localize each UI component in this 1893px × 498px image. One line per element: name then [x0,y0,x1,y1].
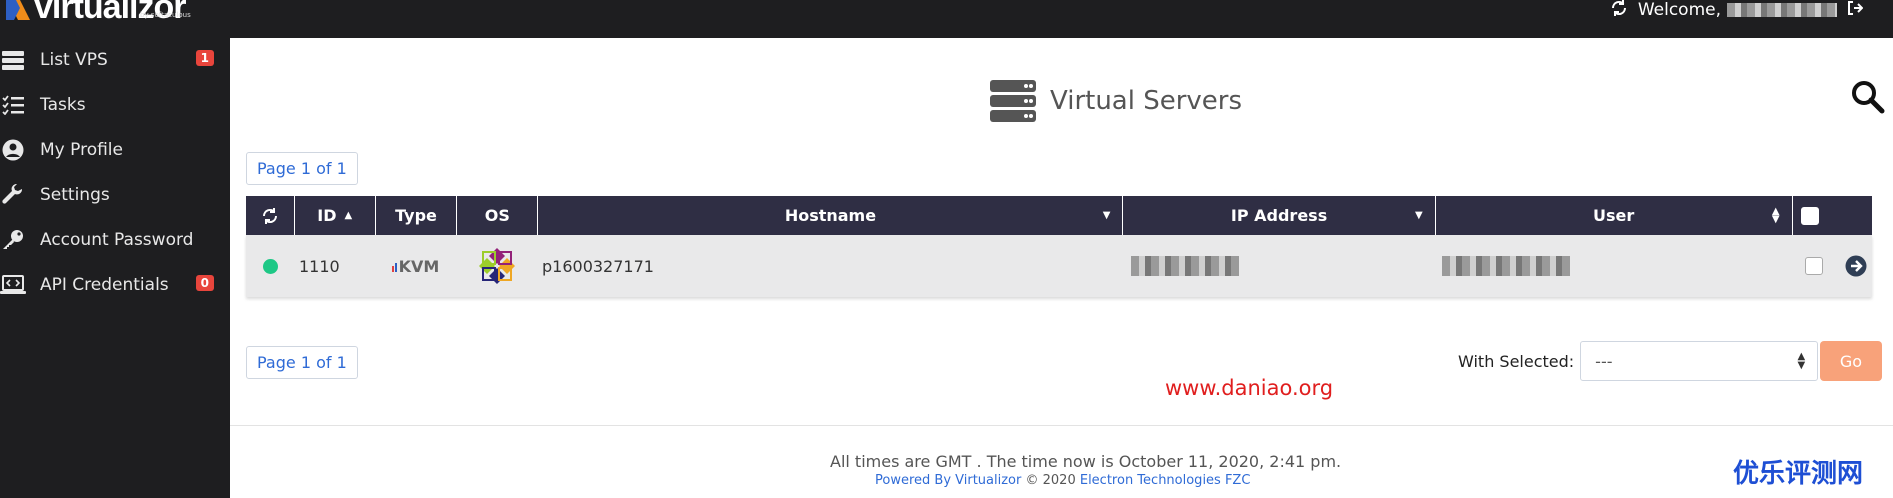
refresh-column-header[interactable] [246,196,295,235]
company-link[interactable]: Electron Technologies FZC [1080,473,1251,488]
select-value: --- [1595,351,1613,371]
select-arrows-icon: ▲ ▼ [1797,351,1806,371]
column-header-user[interactable]: User ▲ ▼ [1436,196,1793,235]
sidebar-item-label: Account Password [40,230,194,250]
sidebar-item-list-vps[interactable]: List VPS 1 [0,38,230,82]
status-online-dot [262,258,278,274]
redacted-user [1442,256,1570,276]
welcome-label: Welcome, [1637,0,1721,20]
pager-bottom[interactable]: Page 1 of 1 [246,346,358,379]
sidebar-item-label: My Profile [40,140,123,160]
site-watermark: www.daniao.org [1165,376,1334,400]
wrench-icon [0,182,26,208]
sort-desc-icon: ▼ [1415,210,1423,221]
column-label: Type [395,206,437,225]
sort-asc-icon: ▲ [344,210,353,221]
sidebar-item-label: List VPS [40,50,108,70]
sidebar-item-api-credentials[interactable]: API Credentials 0 [0,263,230,307]
column-label: OS [484,206,510,225]
top-bar: virtualizor by softaculous Welcome, [0,0,1893,38]
logout-icon[interactable] [1847,0,1864,21]
column-label: Hostname [784,206,877,225]
column-label: IP Address [1230,206,1328,225]
bulk-action-select[interactable]: --- ▲ ▼ [1580,341,1819,381]
key-icon [0,227,26,253]
type-label: KVM [398,256,440,276]
row-actions-cell [1799,235,1871,297]
top-right-area: Welcome, [1610,0,1864,22]
user-circle-icon [0,137,26,163]
select-all-column-header [1793,196,1872,235]
redacted-username [1727,3,1837,17]
logo-subtext: by softaculous [140,11,191,19]
column-header-ip-address[interactable]: IP Address ▼ [1123,196,1436,235]
servers-icon [990,80,1036,122]
hostname-cell: p1600327171 [542,256,654,276]
user-cell [1440,235,1799,297]
table-row[interactable]: 1110 KVM p1600327171 [246,235,1872,297]
welcome-text: Welcome, [1638,0,1837,20]
vps-table: ID ▲ Type OS Hostname ▼ IP Address ▼ Use… [246,196,1872,297]
select-all-checkbox[interactable] [1800,206,1819,225]
search-icon[interactable] [1851,80,1885,118]
copyright-text: © 2020 [1025,473,1076,488]
sidebar-item-settings[interactable]: Settings [0,173,230,217]
footer-time-text: All times are GMT . The time now is Octo… [830,452,1342,471]
sidebar-item-label: API Credentials [40,275,169,295]
id-cell: 1110 [299,256,340,276]
virtualizor-logo-icon [6,0,30,20]
go-button[interactable]: Go [1820,341,1882,381]
laptop-code-icon [0,272,26,298]
column-header-type[interactable]: Type [376,196,458,235]
sidebar-item-account-password[interactable]: Account Password [0,218,230,262]
ip-address-cell [1126,235,1440,297]
column-header-id[interactable]: ID ▲ [295,196,376,235]
page-header: Virtual Servers [230,58,1893,122]
page-title-text: Virtual Servers [1050,86,1243,116]
tasks-icon [0,92,26,118]
footer-powered-by: Powered By Virtualizor © 2020 Electron T… [875,473,1250,488]
page-title: Virtual Servers [990,80,1242,122]
refresh-icon[interactable] [1610,0,1628,22]
row-select-checkbox[interactable] [1805,257,1823,275]
sort-desc-icon: ▼ [1102,210,1111,221]
sidebar-item-my-profile[interactable]: My Profile [0,128,230,172]
column-label: User [1593,206,1635,225]
cn-watermark: 优乐评测网 [1733,459,1864,489]
column-label: ID [317,206,337,225]
sidebar-item-tasks[interactable]: Tasks [0,83,230,127]
kvm-logo-icon [391,263,397,272]
sidebar: List VPS 1 Tasks My Profile Settings Acc… [0,38,230,498]
sidebar-item-label: Tasks [40,95,86,115]
table-header: ID ▲ Type OS Hostname ▼ IP Address ▼ Use… [246,196,1872,235]
refresh-icon[interactable] [261,207,279,225]
powered-by-link[interactable]: Powered By Virtualizor [875,473,1021,488]
pager-top[interactable]: Page 1 of 1 [246,152,358,185]
centos-logo-icon [478,248,515,284]
server-list-icon [0,47,26,73]
arrow-right-circle-icon[interactable] [1845,255,1867,277]
sort-both-icon: ▲ ▼ [1771,205,1780,225]
vps-count-badge: 1 [195,50,214,66]
with-selected-label: With Selected: [1458,351,1575,371]
column-header-hostname[interactable]: Hostname ▼ [538,196,1124,235]
status-cell [246,235,294,297]
os-cell [456,235,537,297]
api-count-badge: 0 [195,275,214,291]
redacted-ip [1131,256,1239,276]
sidebar-item-label: Settings [40,185,110,205]
type-cell: KVM [375,235,456,297]
column-header-os[interactable]: OS [457,196,539,235]
footer-divider [230,425,1893,426]
main-content: Virtual Servers Page 1 of 1 ID ▲ Type OS… [230,38,1893,498]
bulk-action-area: With Selected: --- ▲ ▼ [1458,341,1819,381]
